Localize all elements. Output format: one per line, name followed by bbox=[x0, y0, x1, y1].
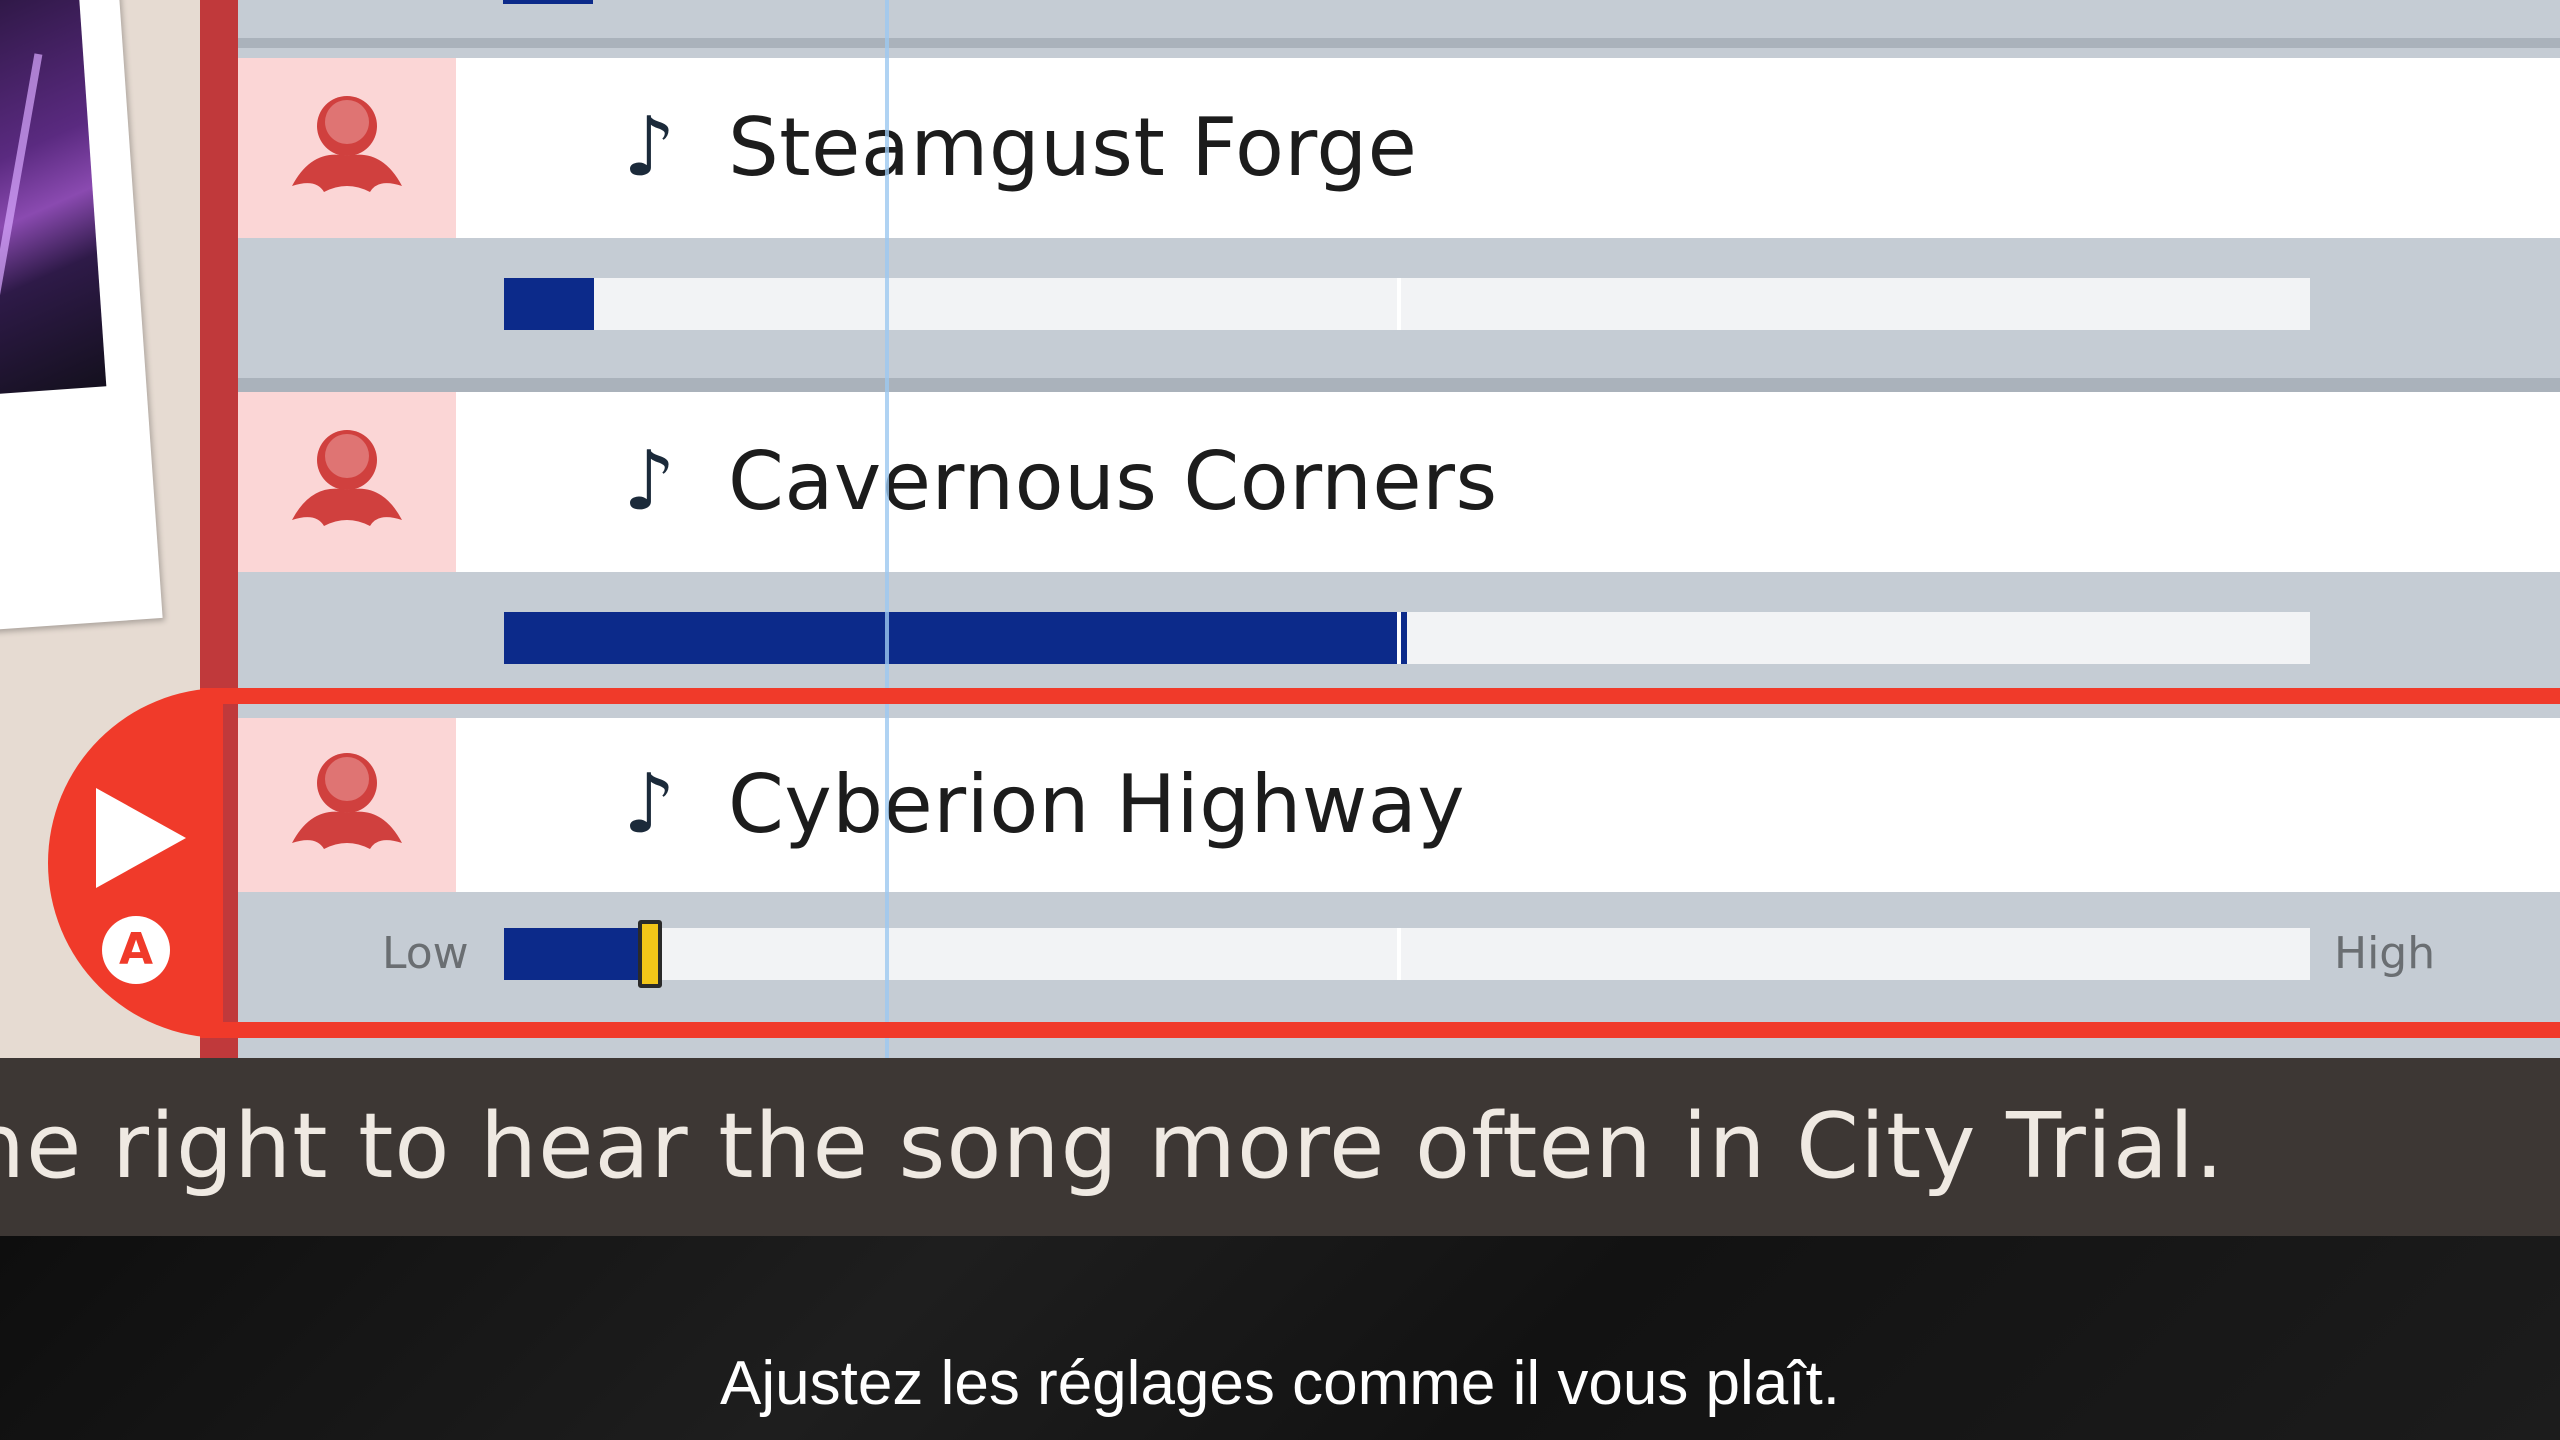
frequency-slider-track[interactable] bbox=[504, 278, 2310, 330]
character-silhouette-icon bbox=[292, 96, 402, 192]
slider-midpoint bbox=[1397, 278, 1401, 330]
slider-midpoint bbox=[1397, 928, 1401, 980]
character-icon-cell bbox=[238, 392, 456, 572]
polaroid-photo bbox=[0, 0, 163, 631]
character-silhouette-icon bbox=[292, 753, 402, 849]
a-button-icon: A bbox=[102, 916, 170, 984]
frequency-slider-fill bbox=[504, 278, 594, 330]
previous-row-edge bbox=[238, 0, 2560, 48]
song-title: Cavernous Corners bbox=[728, 435, 1498, 528]
slider-high-label: High bbox=[2334, 928, 2436, 979]
slider-guide-line bbox=[885, 0, 889, 1058]
song-row[interactable]: ♪ Steamgust Forge bbox=[238, 58, 2560, 392]
character-icon-cell bbox=[238, 58, 456, 238]
frequency-slider-track[interactable] bbox=[504, 928, 2310, 980]
slider-low-label: Low bbox=[382, 928, 469, 979]
song-title: Cyberion Highway bbox=[728, 758, 1466, 851]
previous-row-bar-fill bbox=[503, 0, 593, 4]
slider-handle[interactable] bbox=[638, 920, 662, 988]
instruction-banner: he right to hear the song more often in … bbox=[0, 1058, 2560, 1236]
character-silhouette-icon bbox=[292, 430, 402, 526]
a-button-glyph: A bbox=[118, 924, 154, 975]
row-divider bbox=[238, 378, 2560, 392]
music-note-icon: ♪ bbox=[623, 434, 676, 529]
frequency-slider-row[interactable] bbox=[238, 238, 2560, 378]
song-title: Steamgust Forge bbox=[728, 101, 1418, 194]
frequency-slider-row[interactable] bbox=[238, 572, 2560, 712]
song-row-header[interactable]: ♪ Cyberion Highway bbox=[238, 718, 2560, 892]
frequency-slider-fill bbox=[504, 928, 648, 980]
slider-midpoint bbox=[1397, 612, 1401, 664]
song-list: ♪ Steamgust Forge ♪ Cavernous Corners ♪ … bbox=[238, 0, 2560, 1058]
photo-image bbox=[0, 0, 107, 395]
song-row[interactable]: ♪ Cavernous Corners bbox=[238, 392, 2560, 726]
character-icon-cell bbox=[238, 718, 456, 892]
song-row-selected[interactable]: ♪ Cyberion Highway Low High bbox=[238, 718, 2560, 1038]
frequency-slider-row[interactable]: Low High bbox=[238, 892, 2560, 1022]
music-note-icon: ♪ bbox=[623, 100, 676, 195]
instruction-text: he right to hear the song more often in … bbox=[0, 1094, 2225, 1199]
music-note-icon: ♪ bbox=[623, 757, 676, 852]
song-row-header[interactable]: ♪ Steamgust Forge bbox=[238, 58, 2560, 238]
song-row-header[interactable]: ♪ Cavernous Corners bbox=[238, 392, 2560, 572]
frequency-slider-track[interactable] bbox=[504, 612, 2310, 664]
video-subtitle: Ajustez les réglages comme il vous plaît… bbox=[720, 1349, 1840, 1418]
frequency-slider-fill bbox=[504, 612, 1407, 664]
play-icon bbox=[96, 788, 186, 888]
